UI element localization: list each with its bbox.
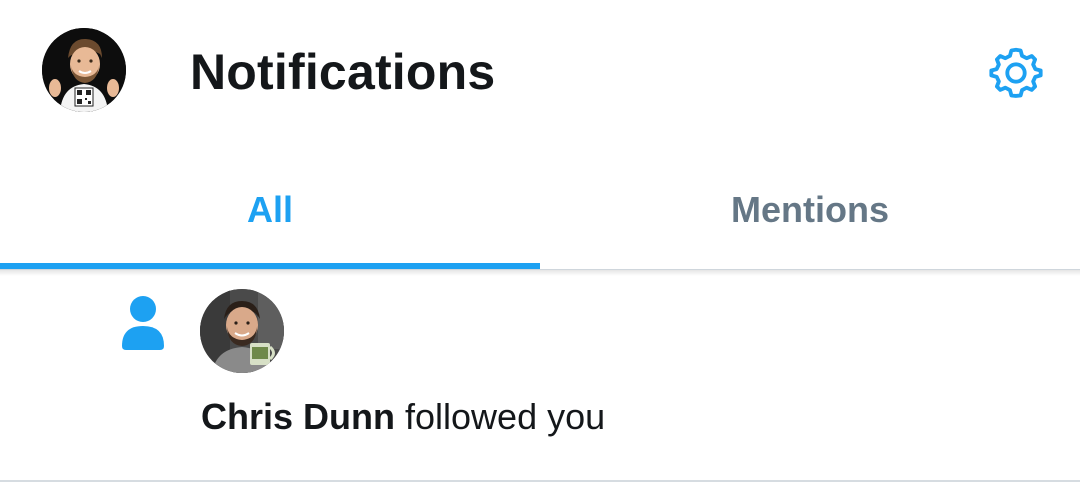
tab-mentions-label: Mentions	[731, 189, 889, 230]
follower-avatar-image	[200, 289, 284, 373]
notification-action-text: followed you	[395, 396, 606, 437]
tab-all-label: All	[246, 189, 293, 230]
notification-user-name[interactable]: Chris Dunn	[201, 396, 395, 437]
follower-avatar[interactable]	[200, 289, 284, 373]
page-title: Notifications	[190, 44, 496, 100]
person-icon	[122, 296, 164, 350]
notification-item[interactable]: Chris Dunn followed you	[0, 276, 1080, 480]
profile-avatar[interactable]	[42, 28, 126, 112]
gear-icon	[989, 47, 1043, 98]
tab-all[interactable]: All	[0, 150, 540, 270]
tab-mentions[interactable]: Mentions	[540, 150, 1080, 270]
notifications-screen: Notifications All Mentions Chris Dunn fo…	[0, 0, 1080, 482]
notification-text: Chris Dunn followed you	[201, 394, 605, 440]
tab-bar: All Mentions	[0, 150, 1080, 270]
settings-button[interactable]	[984, 40, 1048, 104]
top-app-bar: Notifications	[0, 0, 1080, 140]
profile-avatar-image	[42, 28, 126, 112]
